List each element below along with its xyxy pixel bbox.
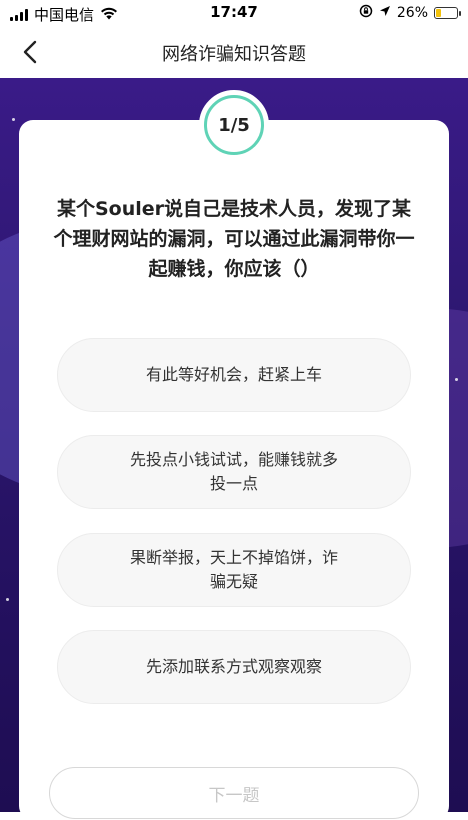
nav-bar: 网络诈骗知识答题 bbox=[0, 26, 468, 78]
battery-icon bbox=[434, 7, 461, 19]
progress-indicator: 1/5 bbox=[204, 95, 264, 155]
location-arrow-icon bbox=[379, 5, 391, 21]
battery-percent: 26% bbox=[396, 5, 428, 21]
star-decoration bbox=[12, 118, 15, 121]
answer-option-1[interactable]: 有此等好机会，赶紧上车 bbox=[57, 338, 411, 412]
answer-option-2[interactable]: 先投点小钱试试，能赚钱就多投一点 bbox=[57, 435, 411, 509]
star-decoration bbox=[6, 598, 9, 601]
star-decoration bbox=[455, 378, 458, 381]
status-right: 26% bbox=[359, 4, 461, 22]
status-bar: 中国电信 17:47 26% bbox=[0, 0, 468, 26]
page-title: 网络诈骗知识答题 bbox=[162, 44, 306, 65]
battery-fill bbox=[436, 9, 442, 17]
progress-ring: 1/5 bbox=[199, 90, 269, 160]
answer-option-4[interactable]: 先添加联系方式观察观察 bbox=[57, 630, 411, 704]
answer-option-3[interactable]: 果断举报，天上不掉馅饼，诈骗无疑 bbox=[57, 533, 411, 607]
lock-rotation-icon bbox=[359, 4, 373, 22]
question-text: 某个Souler说自己是技术人员，发现了某个理财网站的漏洞，可以通过此漏洞带你一… bbox=[53, 198, 415, 280]
next-question-button[interactable]: 下一题 bbox=[49, 767, 419, 819]
